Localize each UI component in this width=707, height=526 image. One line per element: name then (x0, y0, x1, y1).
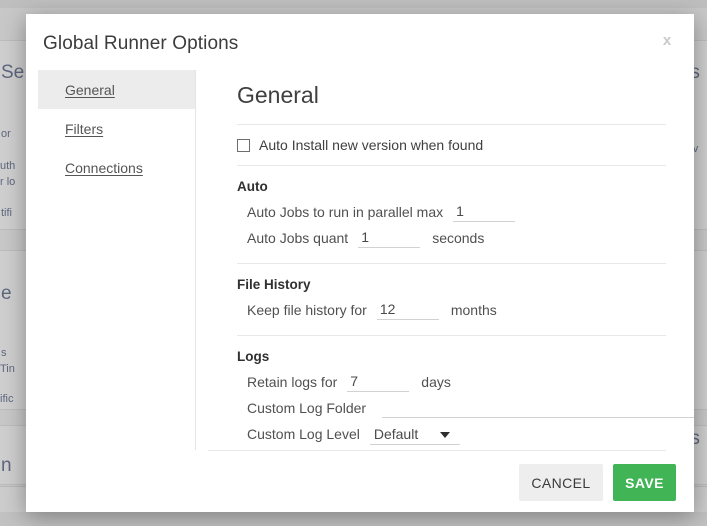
divider (237, 165, 666, 166)
background-text-fragment: ific (0, 393, 13, 405)
background-text-fragment: or (1, 128, 11, 140)
field-row: Auto Jobs quant seconds (196, 225, 694, 251)
auto-install-checkbox[interactable] (237, 139, 250, 152)
section-heading-auto: Auto (196, 179, 694, 194)
auto-jobs-quant-input[interactable] (358, 228, 420, 248)
divider (208, 450, 666, 451)
custom-log-level-select[interactable]: Default (370, 424, 460, 445)
sidebar-item-filters[interactable]: Filters (38, 109, 195, 148)
field-label: Auto Jobs quant (247, 230, 348, 246)
sidebar-item-label: Connections (65, 160, 143, 176)
auto-jobs-to-run-in-parallel-max-input[interactable] (453, 202, 515, 222)
section-heading-file-history: File History (196, 277, 694, 292)
divider (237, 335, 666, 336)
field-label: Custom Log Folder (247, 400, 366, 416)
field-row: Custom Log Level Default (196, 421, 694, 447)
global-runner-options-dialog: Global Runner Options x General Filters Co… (26, 14, 694, 512)
retain-logs-for-input[interactable] (347, 372, 409, 392)
field-label: Custom Log Level (247, 426, 360, 442)
section-heading-logs: Logs (196, 349, 694, 364)
dialog-header: Global Runner Options x (26, 14, 694, 70)
close-icon[interactable]: x (656, 30, 678, 52)
keep-file-history-for-input[interactable] (377, 300, 439, 320)
field-row: Auto Jobs to run in parallel max (196, 199, 694, 225)
background-text-fragment: s (1, 347, 7, 359)
field-row: Keep file history for months (196, 297, 694, 323)
background-topbar (0, 0, 707, 8)
dialog-content: General Auto Install new version when fo… (196, 70, 694, 450)
dialog-footer: CANCEL SAVE (26, 450, 694, 512)
field-row: Custom Log Folder (196, 395, 694, 421)
auto-install-row[interactable]: Auto Install new version when found (196, 125, 694, 165)
field-suffix: months (451, 302, 497, 318)
field-label: Keep file history for (247, 302, 367, 318)
field-row: Retain logs for days (196, 369, 694, 395)
dialog-title: Global Runner Options (43, 33, 238, 55)
sidebar-item-label: Filters (65, 121, 103, 137)
screen: Seoruthr lotifiesTinificn rsrovrs Admin … (0, 0, 707, 526)
field-suffix: seconds (432, 230, 484, 246)
sidebar-item-label: General (65, 82, 115, 98)
dialog-body: General Filters Connections General Auto I… (26, 70, 694, 450)
content-heading: General (237, 82, 694, 109)
footer-buttons: CANCEL SAVE (519, 464, 676, 501)
cancel-button[interactable]: CANCEL (519, 464, 603, 501)
background-text-fragment: Se (1, 62, 24, 84)
background-text-fragment: e (1, 283, 12, 305)
auto-install-label: Auto Install new version when found (259, 137, 483, 153)
field-label: Retain logs for (247, 374, 337, 390)
sidebar-item-general[interactable]: General (38, 70, 195, 109)
divider (237, 263, 666, 264)
field-suffix: days (421, 374, 451, 390)
background-text-fragment: tifi (1, 207, 12, 219)
dialog-sidebar: General Filters Connections (38, 70, 196, 450)
save-button[interactable]: SAVE (613, 464, 676, 501)
sidebar-item-connections[interactable]: Connections (38, 148, 195, 187)
select-value: Default (370, 426, 418, 442)
background-text-fragment: r lo (0, 176, 15, 188)
custom-log-folder-input[interactable] (382, 398, 694, 418)
background-bottom-bar (0, 512, 707, 526)
background-text-fragment: n (1, 455, 12, 477)
chevron-down-icon (440, 432, 450, 438)
background-text-fragment: uth (0, 160, 15, 172)
background-text-fragment: Tin (0, 363, 15, 375)
field-label: Auto Jobs to run in parallel max (247, 204, 443, 220)
